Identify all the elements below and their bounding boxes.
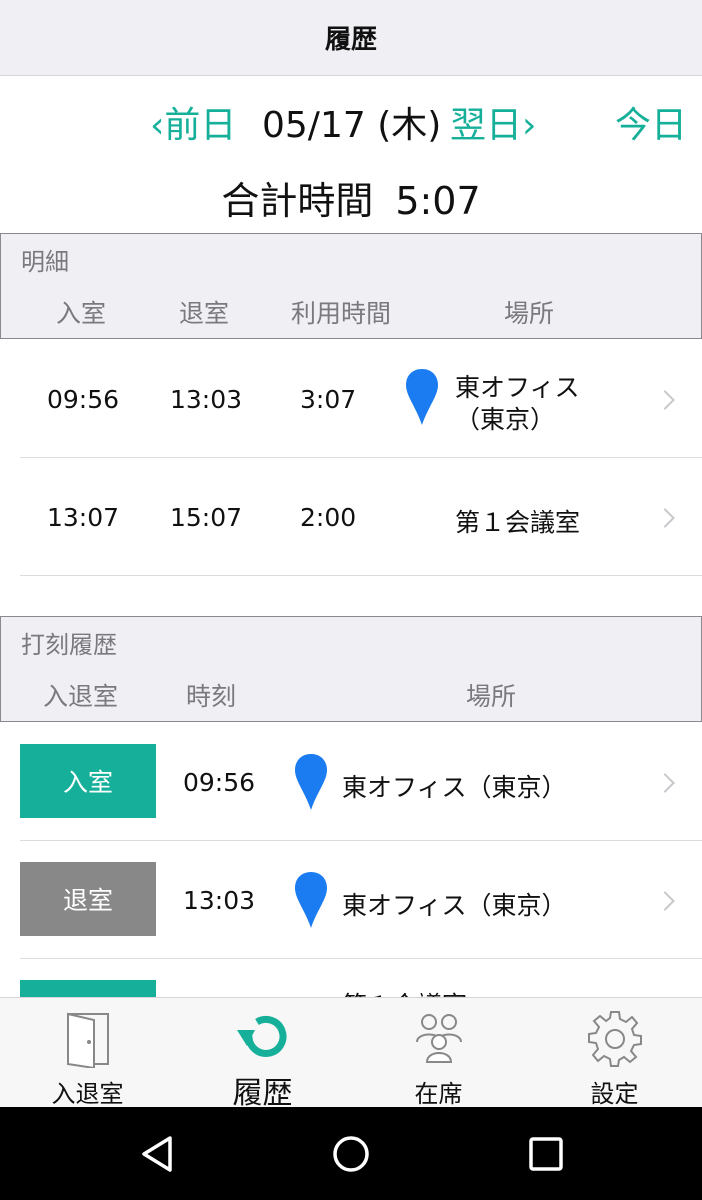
entry-badge <box>20 980 156 997</box>
column-header-in: 入室 <box>56 299 107 328</box>
chevron-right-icon <box>655 891 675 911</box>
system-navigation-bar <box>0 1107 702 1200</box>
column-header-in-out: 入退室 <box>43 682 119 711</box>
stamp-place: 第１会議室 <box>342 986 467 997</box>
top-bar: 履歴 <box>0 0 702 76</box>
bottom-navigation: 入退室 履歴 在席 設定 <box>0 997 702 1111</box>
nav-item-settings[interactable]: 設定 <box>527 998 702 1108</box>
exit-badge: 退室 <box>20 862 156 936</box>
history-refresh-icon <box>236 1015 286 1057</box>
detail-section-title: 明細 <box>21 248 69 276</box>
stamp-time: 13:03 <box>183 886 256 915</box>
chevron-right-icon <box>655 508 675 528</box>
usage-duration: 3:07 <box>300 385 357 414</box>
column-header-place: 場所 <box>466 682 517 711</box>
entry-time: 09:56 <box>47 385 120 414</box>
stamp-history-section-title: 打刻履歴 <box>21 631 117 659</box>
location-pin-icon <box>295 754 327 810</box>
chevron-left-icon: ‹ <box>150 105 165 146</box>
stamp-history-section-header: 打刻履歴 入退室 時刻 場所 <box>0 616 702 722</box>
usage-duration: 2:00 <box>300 503 357 532</box>
column-header-place: 場所 <box>504 299 555 328</box>
detail-section-header: 明細 入室 退室 利用時間 場所 <box>0 233 702 339</box>
divider <box>20 575 702 576</box>
entry-time: 13:07 <box>47 503 120 532</box>
recent-apps-icon[interactable] <box>528 1136 564 1172</box>
page-title: 履歴 <box>324 25 377 55</box>
nav-label: 入退室 <box>51 1080 124 1108</box>
stamp-row[interactable]: 入室 09:56 東オフィス（東京） <box>0 723 702 841</box>
location-pin-icon <box>295 872 327 928</box>
entry-badge: 入室 <box>20 744 156 818</box>
total-time: 合計時間 5:07 <box>0 170 702 225</box>
prev-day-button[interactable]: ‹前日 <box>150 96 236 148</box>
detail-row[interactable]: 13:07 15:07 2:00 第１会議室 <box>0 458 702 576</box>
stamp-place: 東オフィス（東京） <box>342 773 567 802</box>
nav-label: 履歴 <box>232 1076 293 1111</box>
stamp-row[interactable]: 第１会議室 <box>0 959 702 997</box>
nav-item-history[interactable]: 履歴 <box>175 998 350 1111</box>
exit-time: 13:03 <box>170 385 243 414</box>
current-date: 05/17 (木) <box>262 105 442 146</box>
place-name: 第１会議室 <box>455 508 581 537</box>
gear-icon <box>587 1011 642 1067</box>
today-button[interactable]: 今日 <box>615 96 687 148</box>
place-name: 東オフィス <box>455 373 580 402</box>
column-header-time: 時刻 <box>186 682 237 711</box>
stamp-place: 東オフィス（東京） <box>342 891 567 920</box>
column-header-duration: 利用時間 <box>291 299 392 328</box>
nav-item-entry-exit[interactable]: 入退室 <box>0 998 175 1108</box>
stamp-time: 09:56 <box>183 768 256 797</box>
chevron-right-icon: › <box>522 105 537 146</box>
door-icon <box>66 1012 109 1068</box>
stamp-row[interactable]: 退室 13:03 東オフィス（東京） <box>0 841 702 959</box>
chevron-right-icon <box>655 390 675 410</box>
nav-item-presence[interactable]: 在席 <box>351 998 526 1108</box>
nav-label: 在席 <box>414 1080 463 1108</box>
place-region: （東京） <box>455 405 556 434</box>
column-header-out: 退室 <box>179 299 230 328</box>
home-icon[interactable] <box>332 1135 370 1173</box>
next-day-button[interactable]: 翌日› <box>450 96 536 148</box>
date-navigation: ‹前日 05/17 (木) 翌日› 今日 <box>0 88 702 148</box>
nav-label: 設定 <box>590 1080 639 1108</box>
chevron-right-icon <box>655 773 675 793</box>
back-icon[interactable] <box>138 1135 176 1173</box>
total-time-label: 合計時間 <box>221 179 374 223</box>
detail-row[interactable]: 09:56 13:03 3:07 東オフィス （東京） <box>0 340 702 458</box>
total-time-value: 5:07 <box>395 179 481 223</box>
people-icon <box>415 1014 462 1063</box>
exit-time: 15:07 <box>170 503 243 532</box>
location-pin-icon <box>406 369 438 425</box>
